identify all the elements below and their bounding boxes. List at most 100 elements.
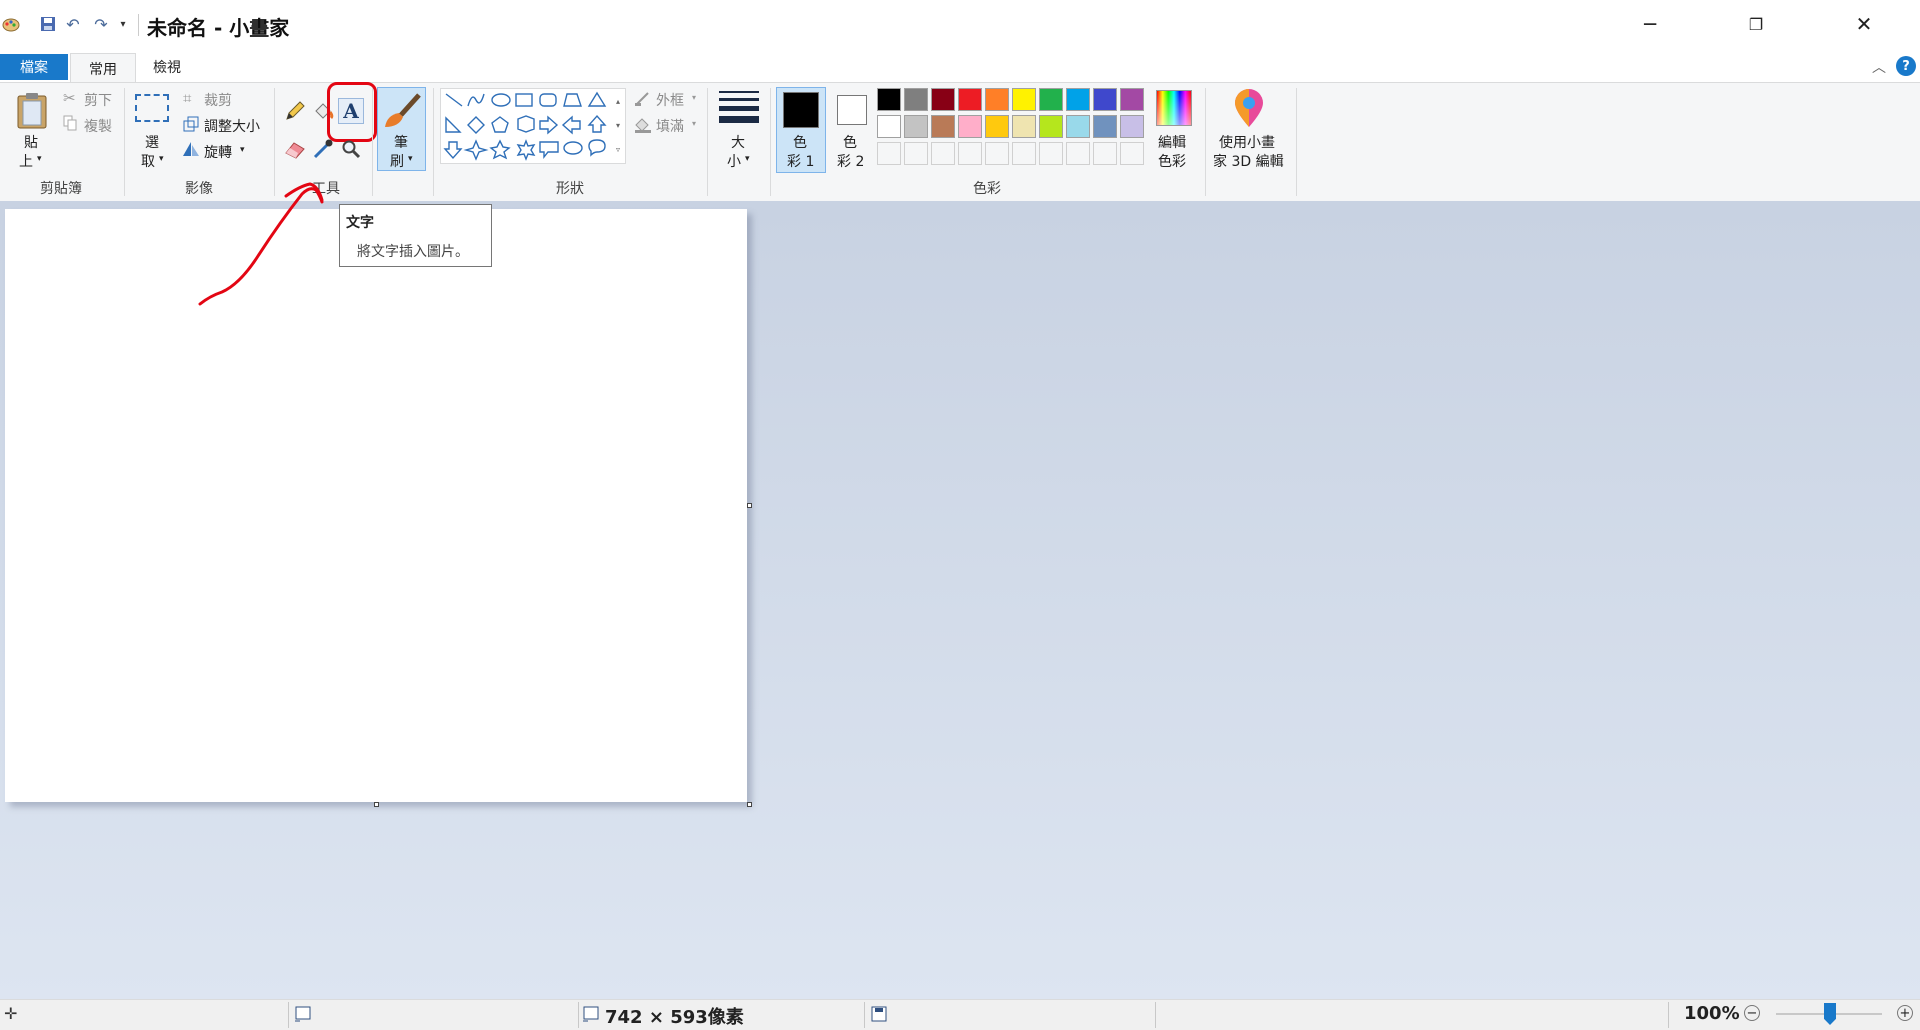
- color-swatch[interactable]: [1012, 88, 1036, 111]
- custom-color-slot[interactable]: [1120, 142, 1144, 165]
- zoom-in-button[interactable]: +: [1897, 1005, 1913, 1021]
- paint-app-icon[interactable]: [0, 13, 22, 35]
- custom-color-slot[interactable]: [1093, 142, 1117, 165]
- size-dropdown-icon[interactable]: ▾: [745, 154, 750, 164]
- save-icon[interactable]: [37, 13, 59, 35]
- color-swatch[interactable]: [931, 88, 955, 111]
- select-label-2[interactable]: 取: [141, 151, 155, 171]
- resize-handle-corner[interactable]: [747, 802, 752, 807]
- shapes-scroll-icon[interactable]: ▴ ▾ ▿: [612, 90, 624, 162]
- brushes-dropdown-icon[interactable]: ▾: [408, 154, 413, 164]
- color-swatch[interactable]: [1093, 115, 1117, 138]
- edit-colors-icon[interactable]: [1156, 90, 1192, 126]
- color1-label-2[interactable]: 彩 1: [787, 151, 814, 171]
- outline-button[interactable]: 外框: [656, 90, 684, 110]
- custom-color-slot[interactable]: [1039, 142, 1063, 165]
- color-swatch[interactable]: [1012, 115, 1036, 138]
- collapse-ribbon-icon[interactable]: ︿: [1872, 57, 1886, 77]
- status-separator: [578, 1002, 579, 1028]
- color-swatch[interactable]: [1039, 88, 1063, 111]
- brushes-label-2[interactable]: 刷: [390, 151, 404, 171]
- color2-label-2[interactable]: 彩 2: [837, 151, 864, 171]
- group-divider: [770, 88, 771, 196]
- color-swatch[interactable]: [985, 88, 1009, 111]
- color-swatch[interactable]: [1120, 88, 1144, 111]
- color-swatch[interactable]: [904, 115, 928, 138]
- group-divider: [124, 88, 125, 196]
- resize-button[interactable]: 調整大小: [204, 116, 260, 136]
- pencil-icon[interactable]: [284, 100, 306, 126]
- resize-handle-right[interactable]: [747, 503, 752, 508]
- text-tool-tooltip: 文字 將文字插入圖片。: [339, 204, 492, 267]
- paste-icon[interactable]: [12, 90, 52, 130]
- brush-icon[interactable]: [381, 91, 423, 135]
- custom-color-slot[interactable]: [904, 142, 928, 165]
- eraser-icon[interactable]: [284, 139, 306, 163]
- color-swatch[interactable]: [958, 88, 982, 111]
- fill-dropdown-icon[interactable]: ▾: [692, 119, 696, 128]
- shapes-gallery-icons[interactable]: [442, 90, 610, 162]
- paint-3d-label-2[interactable]: 家 3D 編輯: [1213, 151, 1284, 171]
- color-swatch[interactable]: [1066, 88, 1090, 111]
- text-tool-icon[interactable]: A: [338, 98, 364, 124]
- color2-swatch[interactable]: [837, 95, 867, 125]
- custom-color-slot[interactable]: [931, 142, 955, 165]
- color-swatch[interactable]: [1066, 115, 1090, 138]
- paint-3d-icon[interactable]: [1231, 89, 1267, 133]
- tab-file[interactable]: 檔案: [0, 54, 68, 80]
- select-dropdown-icon[interactable]: ▾: [159, 154, 164, 164]
- size-label-2[interactable]: 小: [727, 151, 741, 171]
- paste-label[interactable]: 貼: [24, 132, 38, 152]
- undo-icon[interactable]: ↶: [62, 13, 84, 35]
- select-icon[interactable]: [135, 94, 169, 122]
- help-icon[interactable]: ?: [1896, 56, 1916, 76]
- custom-color-slot[interactable]: [958, 142, 982, 165]
- size-label[interactable]: 大: [731, 132, 745, 152]
- zoom-out-button[interactable]: −: [1744, 1005, 1760, 1021]
- rotate-button[interactable]: 旋轉: [204, 142, 232, 162]
- fill-button[interactable]: 填滿: [656, 116, 684, 136]
- color-swatch[interactable]: [877, 88, 901, 111]
- color2-label[interactable]: 色: [843, 132, 857, 152]
- custom-color-slot[interactable]: [877, 142, 901, 165]
- color-swatch[interactable]: [877, 115, 901, 138]
- color-picker-icon[interactable]: [312, 138, 334, 164]
- magnifier-icon[interactable]: [341, 139, 361, 163]
- rotate-dropdown-icon[interactable]: ▾: [240, 145, 245, 155]
- paste-dropdown-icon[interactable]: ▾: [37, 154, 42, 164]
- close-button[interactable]: ✕: [1824, 0, 1904, 48]
- redo-icon[interactable]: ↷: [90, 13, 112, 35]
- color1-label[interactable]: 色: [793, 132, 807, 152]
- color-swatch[interactable]: [904, 88, 928, 111]
- size-icon[interactable]: [719, 91, 759, 123]
- color-swatch[interactable]: [1039, 115, 1063, 138]
- color-swatch[interactable]: [931, 115, 955, 138]
- group-divider: [433, 88, 434, 196]
- tab-home[interactable]: 常用: [70, 53, 136, 84]
- select-label[interactable]: 選: [145, 132, 159, 152]
- custom-color-slot[interactable]: [1066, 142, 1090, 165]
- color-swatch[interactable]: [1120, 115, 1144, 138]
- copy-button[interactable]: 複製: [84, 116, 112, 136]
- drawing-canvas[interactable]: [5, 209, 747, 802]
- color-swatch[interactable]: [985, 115, 1009, 138]
- outline-dropdown-icon[interactable]: ▾: [692, 93, 696, 102]
- window-title: 未命名 - 小畫家: [147, 16, 290, 40]
- maximize-button[interactable]: ❐: [1716, 0, 1796, 48]
- paste-label-2[interactable]: 上: [19, 151, 33, 171]
- minimize-button[interactable]: ─: [1610, 0, 1690, 48]
- custom-color-slot[interactable]: [1012, 142, 1036, 165]
- edit-colors-label-2[interactable]: 色彩: [1158, 151, 1186, 171]
- edit-colors-label[interactable]: 編輯: [1158, 132, 1186, 152]
- color-swatch[interactable]: [958, 115, 982, 138]
- cut-button[interactable]: 剪下: [84, 90, 112, 110]
- custom-color-slot[interactable]: [985, 142, 1009, 165]
- crop-button[interactable]: 裁剪: [204, 90, 232, 110]
- tab-view[interactable]: 檢視: [140, 54, 194, 80]
- image-size-text: 742 × 593像素: [605, 1007, 744, 1028]
- resize-handle-bottom[interactable]: [374, 802, 379, 807]
- brushes-label[interactable]: 筆: [394, 132, 408, 152]
- paint-3d-label[interactable]: 使用小畫: [1219, 132, 1275, 152]
- color-swatch[interactable]: [1093, 88, 1117, 111]
- customize-quick-access-icon[interactable]: ▾: [112, 13, 134, 35]
